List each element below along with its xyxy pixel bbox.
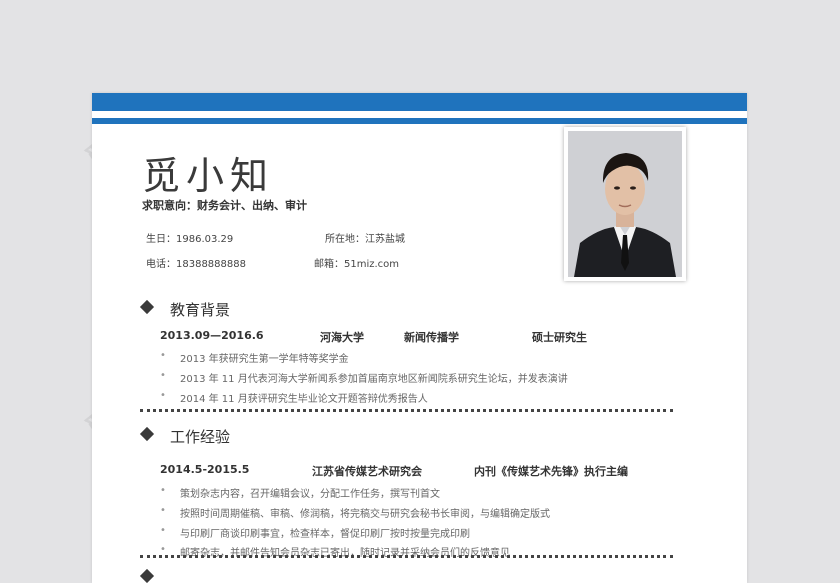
education-major: 新闻传播学	[404, 331, 459, 344]
work-item: 按照时间周期催稿、审稿、修润稿，将完稿交与研究会秘书长审阅，与编辑确定版式	[160, 505, 550, 520]
header-bar-thick	[92, 93, 747, 111]
work-organization: 江苏省传媒艺术研究会	[312, 465, 422, 478]
email: 邮箱：51miz.com	[314, 259, 400, 270]
resume-page: 觅小知 求职意向：财务会计、出纳、审计 生日：1986.03.29 所在地：江苏…	[92, 93, 747, 583]
work-role: 内刊《传媒艺术先锋》执行主编	[474, 465, 628, 478]
section-divider	[140, 409, 673, 412]
work-diamond-icon	[139, 426, 155, 442]
education-heading: 教育背景	[170, 301, 231, 319]
work-heading: 工作经验	[170, 428, 231, 446]
education-item: 2014 年 11 月获评研究生毕业论文开题答辩优秀报告人	[160, 390, 428, 405]
next-section-diamond-icon	[139, 568, 155, 583]
profile-photo	[564, 127, 686, 281]
phone: 电话：18388888888	[146, 259, 246, 270]
header-bar-thin	[92, 118, 747, 124]
education-item: 2013 年获研究生第一学年特等奖学金	[160, 350, 349, 365]
portrait-image	[568, 131, 682, 277]
education-item: 2013 年 11 月代表河海大学新闻系参加首届南京地区新闻院系研究生论坛，并发…	[160, 370, 568, 385]
work-period: 2014.5-2015.5	[160, 463, 250, 476]
section-divider	[140, 555, 673, 558]
location: 所在地：江苏盐城	[325, 234, 405, 245]
work-item: 策划杂志内容，召开编辑会议，分配工作任务，撰写刊首文	[160, 485, 440, 500]
education-school: 河海大学	[320, 331, 364, 344]
work-item: 与印刷厂商谈印刷事宜，检查样本，督促印刷厂按时按量完成印刷	[160, 525, 470, 540]
resume-name: 觅小知	[142, 154, 275, 198]
education-degree: 硕士研究生	[532, 331, 587, 344]
education-diamond-icon	[139, 299, 155, 315]
birth-date: 生日：1986.03.29	[146, 234, 234, 245]
education-period: 2013.09—2016.6	[160, 329, 264, 342]
job-objective: 求职意向：财务会计、出纳、审计	[142, 199, 307, 212]
